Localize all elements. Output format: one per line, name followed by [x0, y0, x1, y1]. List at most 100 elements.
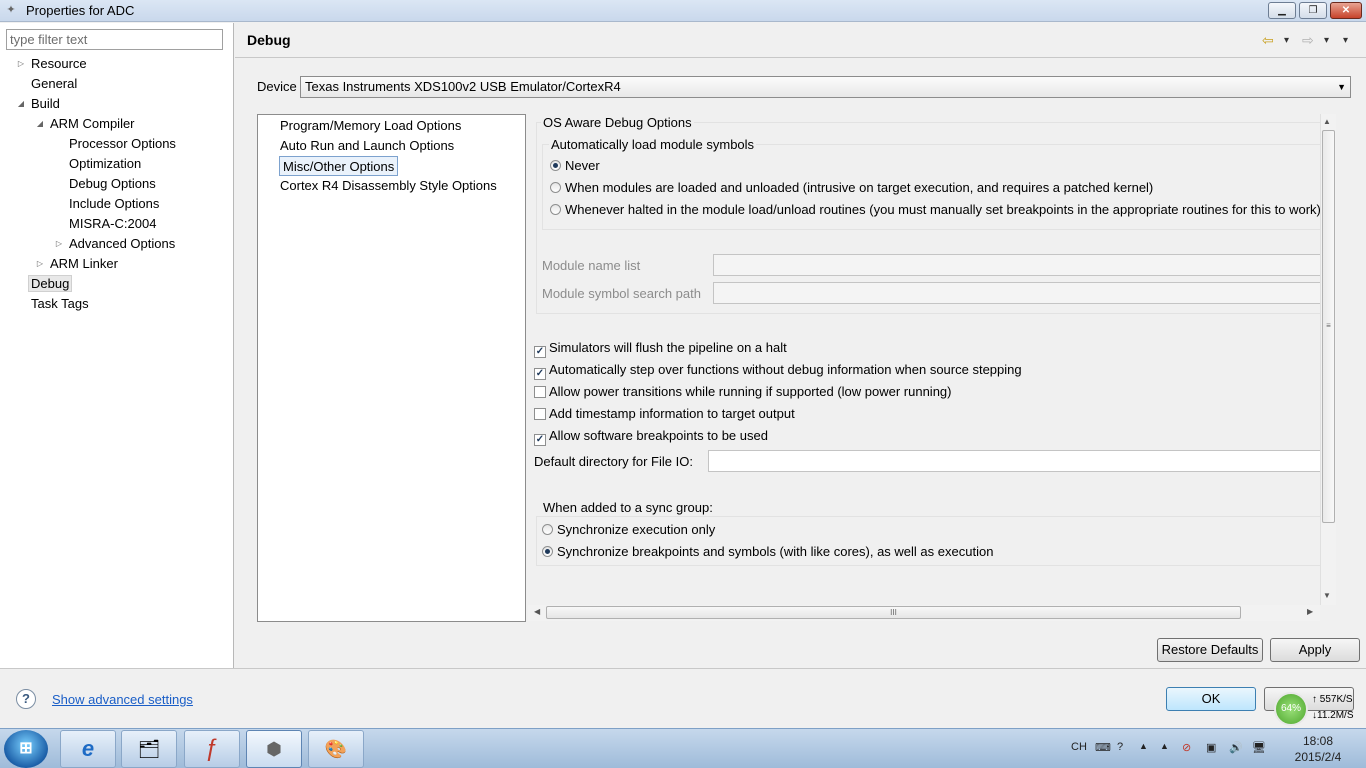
tree-item-label: Task Tags: [31, 296, 89, 311]
apply-button[interactable]: Apply: [1270, 638, 1360, 662]
restore-defaults-button[interactable]: Restore Defaults: [1157, 638, 1263, 662]
checkbox-label: Add timestamp information to target outp…: [549, 406, 795, 421]
keyboard-icon[interactable]: ⌨: [1095, 741, 1111, 754]
scroll-thumb[interactable]: ≡: [1322, 130, 1335, 523]
file-io-label: Default directory for File IO:: [534, 454, 693, 469]
horizontal-scrollbar[interactable]: ◀ III ▶: [528, 605, 1320, 621]
scroll-down-icon[interactable]: ▼: [1323, 591, 1331, 600]
back-arrow-icon[interactable]: ⇦: [1262, 32, 1274, 49]
ime-indicator[interactable]: CH: [1071, 741, 1087, 753]
maximize-button[interactable]: ❐: [1299, 2, 1327, 19]
clock-date: 2015/2/4: [1294, 750, 1342, 764]
device-icon[interactable]: ▣: [1206, 741, 1216, 754]
radio-never[interactable]: Never: [550, 156, 600, 176]
filter-input[interactable]: [6, 29, 223, 50]
radio-sync-breakpoints[interactable]: Synchronize breakpoints and symbols (wit…: [542, 542, 993, 562]
device-select[interactable]: Texas Instruments XDS100v2 USB Emulator/…: [300, 76, 1351, 98]
radio-button[interactable]: [542, 546, 553, 557]
scroll-right-icon[interactable]: ▶: [1307, 607, 1313, 616]
download-speed: ↓11.2M/S: [1312, 710, 1354, 721]
ok-button[interactable]: OK: [1166, 687, 1256, 711]
tree-item-label: ARM Compiler: [50, 116, 135, 131]
radio-label: When modules are loaded and unloaded (in…: [565, 180, 1154, 195]
forward-arrow-icon[interactable]: ⇨: [1302, 32, 1314, 49]
paint-icon[interactable]: 🎨: [308, 730, 364, 768]
help-tray-icon[interactable]: ?: [1117, 741, 1123, 753]
internet-explorer-icon[interactable]: e: [60, 730, 116, 768]
vertical-scrollbar[interactable]: ▲ ≡ ▼: [1320, 114, 1336, 605]
security-icon[interactable]: ⊘: [1182, 741, 1191, 754]
checkbox[interactable]: ✓: [534, 346, 546, 358]
minimize-button[interactable]: ▁: [1268, 2, 1296, 19]
flash-icon[interactable]: ƒ: [184, 730, 240, 768]
radio-sync-execution[interactable]: Synchronize execution only: [542, 520, 715, 540]
tree-item-include-options[interactable]: Include Options: [69, 194, 159, 214]
dropdown-arrow-icon: ▼: [1337, 82, 1346, 92]
start-button[interactable]: ⊞: [4, 730, 48, 768]
show-hidden-icons-icon[interactable]: ▲: [1160, 741, 1169, 751]
system-clock[interactable]: 18:08 2015/2/4: [1280, 733, 1356, 765]
scroll-left-icon[interactable]: ◀: [534, 607, 540, 616]
category-item-selected[interactable]: Misc/Other Options: [279, 156, 399, 176]
close-button[interactable]: ✕: [1330, 2, 1362, 19]
radio-label: Never: [565, 158, 600, 173]
tree-item-general[interactable]: General: [31, 74, 77, 94]
view-menu-icon[interactable]: ▾: [1343, 35, 1348, 46]
tree-item-optimization[interactable]: Optimization: [69, 154, 141, 174]
radio-when-modules-loaded[interactable]: When modules are loaded and unloaded (in…: [550, 178, 1153, 198]
checkbox[interactable]: ✓: [534, 368, 546, 380]
collapse-icon[interactable]: ◢: [35, 114, 45, 134]
module-name-input: [713, 254, 1336, 276]
scroll-thumb[interactable]: III: [546, 606, 1241, 619]
expand-icon[interactable]: ▷: [54, 234, 64, 254]
tree-item-task-tags[interactable]: Task Tags: [31, 294, 89, 314]
sync-group-title: When added to a sync group:: [541, 500, 715, 515]
scroll-up-icon[interactable]: ▲: [1323, 117, 1331, 126]
check-timestamp[interactable]: Add timestamp information to target outp…: [534, 404, 795, 424]
radio-whenever-halted[interactable]: Whenever halted in the module load/unloa…: [550, 200, 1321, 220]
tree-item-advanced-options[interactable]: ▷ Advanced Options: [54, 234, 175, 254]
radio-button[interactable]: [550, 182, 561, 193]
checkbox[interactable]: ✓: [534, 434, 546, 446]
radio-button[interactable]: [550, 160, 561, 171]
tree-item-debug[interactable]: Debug: [28, 274, 73, 294]
check-step-over[interactable]: ✓ Automatically step over functions witho…: [534, 360, 1022, 380]
radio-button[interactable]: [550, 204, 561, 215]
tree-item-debug-options[interactable]: Debug Options: [69, 174, 156, 194]
tree-item-build[interactable]: ◢ Build: [16, 94, 60, 114]
tree-item-arm-linker[interactable]: ▷ ARM Linker: [35, 254, 118, 274]
network-monitor-widget[interactable]: 64% ↑ 557K/S ↓11.2M/S: [1274, 690, 1360, 728]
tree-item-label: MISRA-C:2004: [69, 216, 157, 231]
checkbox-label: Automatically step over functions withou…: [549, 362, 1022, 377]
network-icon[interactable]: 🖥: [1252, 741, 1266, 754]
back-history-dropdown-icon[interactable]: ▾: [1284, 35, 1289, 46]
file-io-input[interactable]: [708, 450, 1336, 472]
expand-icon[interactable]: ▷: [16, 54, 26, 74]
check-software-breakpoints[interactable]: ✓ Allow software breakpoints to be used: [534, 426, 768, 446]
expand-icon[interactable]: ▷: [35, 254, 45, 274]
show-advanced-settings-link[interactable]: Show advanced settings: [52, 692, 193, 707]
tray-options-icon[interactable]: ▲: [1139, 741, 1148, 751]
check-power-transitions[interactable]: Allow power transitions while running if…: [534, 382, 951, 402]
category-item[interactable]: Cortex R4 Disassembly Style Options: [280, 176, 497, 196]
tree-item-processor-options[interactable]: Processor Options: [69, 134, 176, 154]
radio-label: Synchronize breakpoints and symbols (wit…: [557, 544, 994, 559]
check-flush-pipeline[interactable]: ✓ Simulators will flush the pipeline on a…: [534, 338, 787, 358]
checkbox-label: Simulators will flush the pipeline on a …: [549, 340, 787, 355]
tree-item-label: Resource: [31, 56, 87, 71]
app-icon: ✦: [6, 4, 16, 16]
tree-item-arm-compiler[interactable]: ◢ ARM Compiler: [35, 114, 135, 134]
checkbox[interactable]: [534, 408, 546, 420]
help-icon[interactable]: ?: [16, 689, 36, 709]
collapse-icon[interactable]: ◢: [16, 94, 26, 114]
tree-item-misra-c[interactable]: MISRA-C:2004: [69, 214, 156, 234]
tree-item-resource[interactable]: ▷ Resource: [16, 54, 87, 74]
checkbox[interactable]: [534, 386, 546, 398]
forward-history-dropdown-icon[interactable]: ▾: [1324, 35, 1329, 46]
category-item[interactable]: Auto Run and Launch Options: [280, 136, 454, 156]
category-item[interactable]: Program/Memory Load Options: [280, 116, 461, 136]
file-explorer-icon[interactable]: 🗂: [121, 730, 177, 768]
volume-icon[interactable]: 🔊: [1229, 741, 1243, 754]
radio-button[interactable]: [542, 524, 553, 535]
ccs-app-icon[interactable]: ⬢: [246, 730, 302, 768]
